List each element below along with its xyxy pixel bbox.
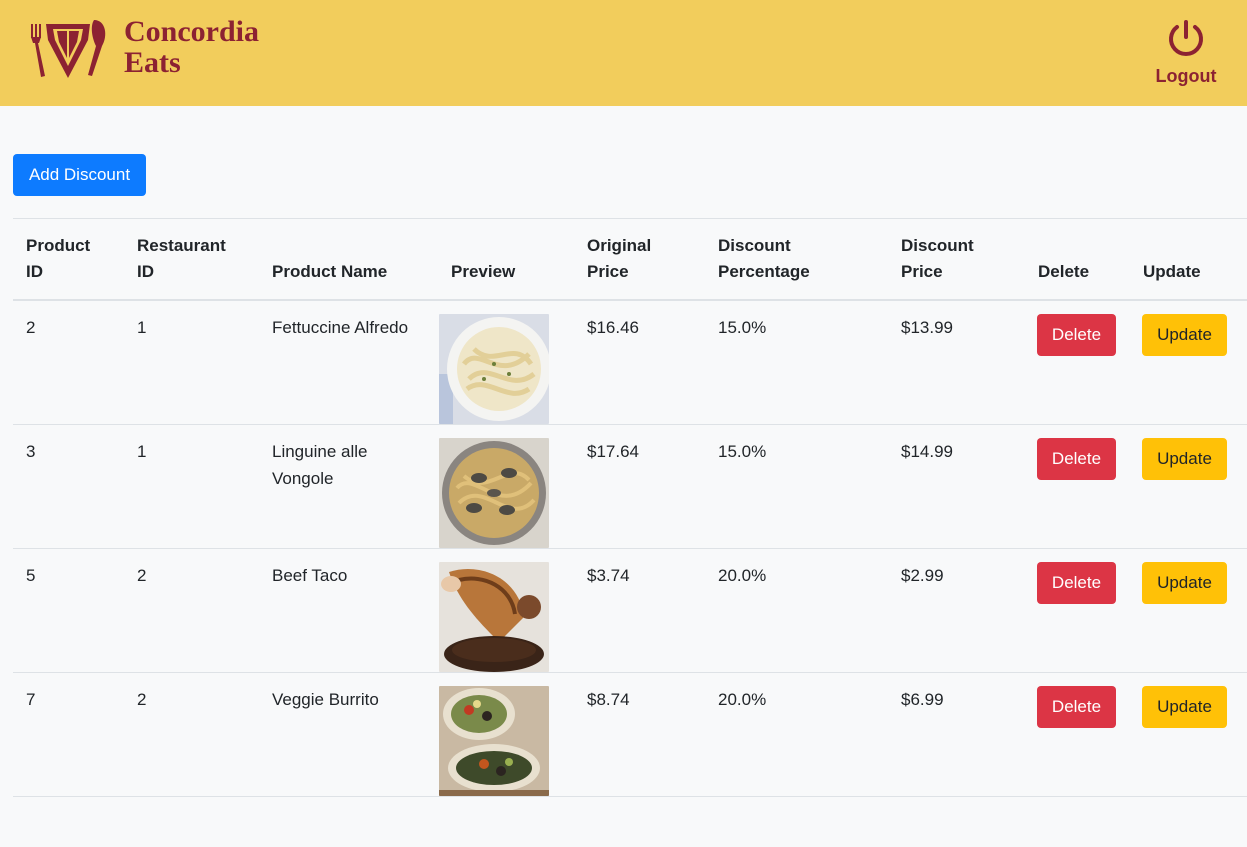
cell-product-name: Linguine alle Vongole [259, 424, 438, 549]
update-button[interactable]: Update [1142, 438, 1227, 480]
table-row: 5 2 Beef Taco $3.74 20.0% $2.99 Delete U… [13, 548, 1247, 673]
cell-delete: Delete [1025, 424, 1130, 549]
cell-discount-percentage: 15.0% [705, 424, 888, 549]
cell-restaurant-id: 2 [124, 548, 259, 673]
table-row: 2 1 Fettuccine Alfredo $16.46 15.0% $13.… [13, 300, 1247, 425]
table-row: 3 1 Linguine alle Vongole $17.64 15.0% $… [13, 424, 1247, 549]
brand-line-2: Eats [124, 46, 181, 79]
delete-button[interactable]: Delete [1037, 314, 1116, 356]
cell-original-price: $17.64 [574, 424, 705, 549]
cell-preview [438, 424, 574, 549]
table-row: 7 2 Veggie Burrito $8.74 20.0% $6.99 Del… [13, 672, 1247, 797]
concordia-eats-logo-icon[interactable] [28, 16, 123, 82]
cell-discount-price: $6.99 [888, 672, 1025, 797]
update-button[interactable]: Update [1142, 686, 1227, 728]
cell-discount-price: $2.99 [888, 548, 1025, 673]
cell-original-price: $16.46 [574, 300, 705, 425]
header-product-id: Product ID [13, 218, 124, 301]
cell-product-id: 7 [13, 672, 124, 797]
logout-label: Logout [1155, 66, 1217, 86]
power-icon [1169, 20, 1203, 56]
header-update: Update [1130, 218, 1247, 301]
cell-preview [438, 672, 574, 797]
cell-discount-price: $13.99 [888, 300, 1025, 425]
cell-product-name: Veggie Burrito [259, 672, 438, 797]
add-discount-button[interactable]: Add Discount [13, 154, 146, 196]
cell-update: Update [1130, 300, 1247, 425]
beef-taco-image [439, 562, 549, 672]
linguine-vongole-image [439, 438, 549, 548]
fettuccine-alfredo-image [439, 314, 549, 424]
cell-original-price: $8.74 [574, 672, 705, 797]
header-discount-percentage: Discount Percentage [705, 218, 888, 301]
delete-button[interactable]: Delete [1037, 686, 1116, 728]
cell-update: Update [1130, 672, 1247, 797]
delete-button[interactable]: Delete [1037, 438, 1116, 480]
cell-discount-percentage: 20.0% [705, 548, 888, 673]
cell-restaurant-id: 1 [124, 300, 259, 425]
cell-discount-percentage: 20.0% [705, 672, 888, 797]
update-button[interactable]: Update [1142, 562, 1227, 604]
cell-preview [438, 300, 574, 425]
cell-restaurant-id: 2 [124, 672, 259, 797]
delete-button[interactable]: Delete [1037, 562, 1116, 604]
discounts-table: Product ID Restaurant ID Product Name Prev… [13, 218, 1247, 797]
cell-update: Update [1130, 548, 1247, 673]
header-original-price: Original Price [574, 218, 705, 301]
cell-update: Update [1130, 424, 1247, 549]
top-navbar: Concordia Eats Logout [0, 0, 1247, 106]
header-restaurant-id: Restaurant ID [124, 218, 259, 301]
logout-button[interactable]: Logout [1151, 20, 1221, 87]
cell-product-name: Beef Taco [259, 548, 438, 673]
cell-delete: Delete [1025, 672, 1130, 797]
brand-line-1: Concordia [124, 15, 259, 48]
cell-original-price: $3.74 [574, 548, 705, 673]
cell-product-id: 5 [13, 548, 124, 673]
cell-delete: Delete [1025, 300, 1130, 425]
header-preview: Preview [438, 218, 574, 301]
cell-discount-price: $14.99 [888, 424, 1025, 549]
header-discount-price: Discount Price [888, 218, 1025, 301]
cell-delete: Delete [1025, 548, 1130, 673]
cell-restaurant-id: 1 [124, 424, 259, 549]
cell-preview [438, 548, 574, 673]
brand-name[interactable]: Concordia Eats [124, 16, 259, 78]
cell-discount-percentage: 15.0% [705, 300, 888, 425]
veggie-burrito-image [439, 686, 549, 796]
header-delete: Delete [1025, 218, 1130, 301]
cell-product-name: Fettuccine Alfredo [259, 300, 438, 425]
header-product-name: Product Name [259, 218, 438, 301]
table-header-row: Product ID Restaurant ID Product Name Prev… [13, 218, 1247, 301]
cell-product-id: 2 [13, 300, 124, 425]
cell-product-id: 3 [13, 424, 124, 549]
update-button[interactable]: Update [1142, 314, 1227, 356]
